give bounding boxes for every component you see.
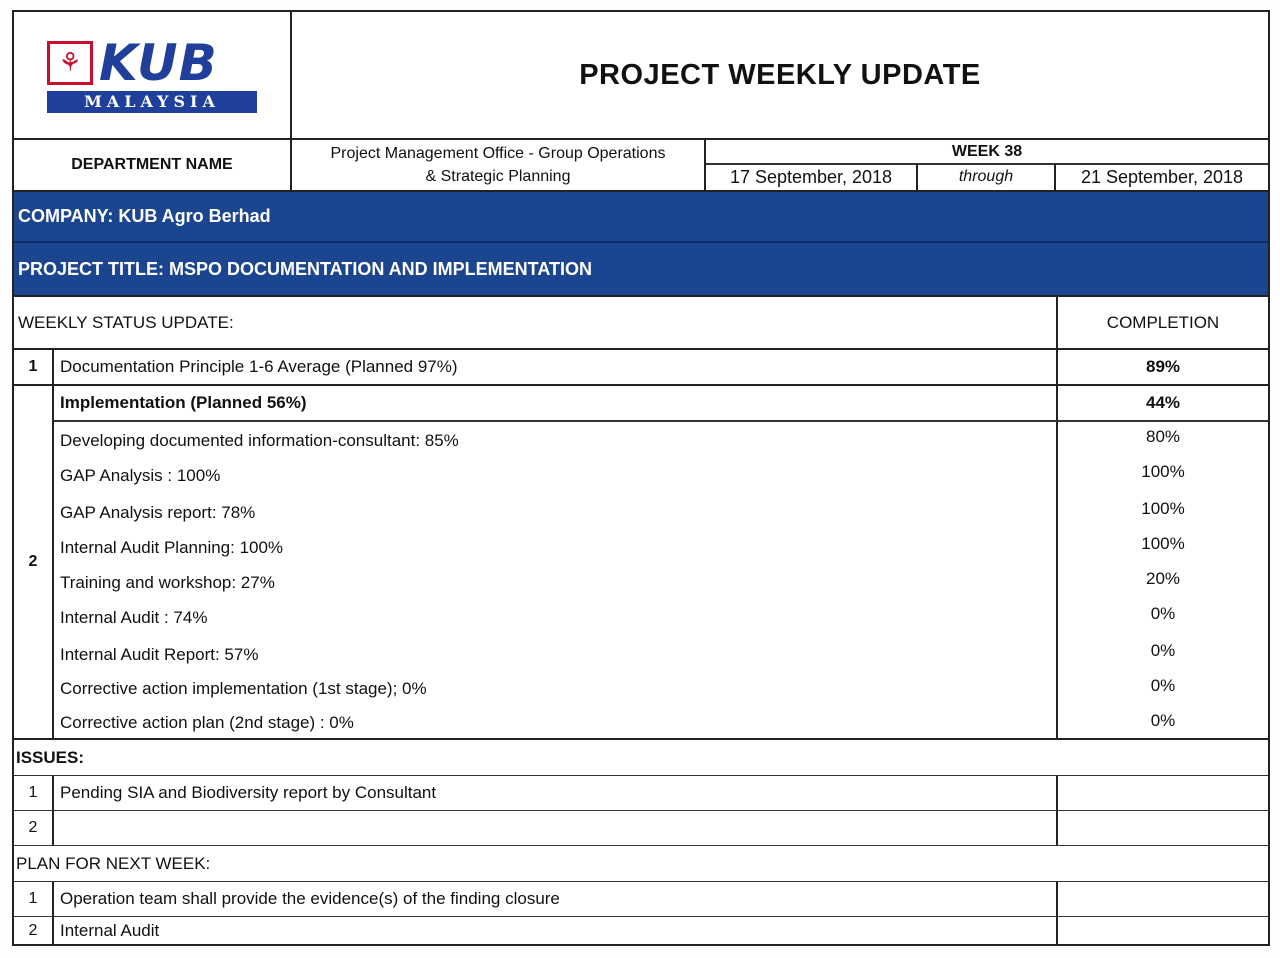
- subitem-completion: 100%: [1141, 462, 1185, 481]
- status-label: WEEKLY STATUS UPDATE:: [18, 312, 234, 332]
- week-through: through: [918, 164, 1056, 190]
- emblem-icon: ⚘: [47, 41, 93, 85]
- issue-2-no: 2: [14, 811, 54, 845]
- subitem-text: GAP Analysis : 100%: [60, 466, 221, 485]
- subitem-text: Corrective action plan (2nd stage) : 0%: [60, 713, 354, 732]
- week-label: WEEK 38: [951, 142, 1023, 160]
- status-header-row: WEEKLY STATUS UPDATE: COMPLETION: [14, 297, 1268, 350]
- subitem-text: Corrective action implementation (1st st…: [60, 679, 427, 698]
- logo-country: MALAYSIA: [47, 91, 257, 113]
- subitem-text: Internal Audit Report: 57%: [60, 645, 259, 664]
- weekly-update-sheet: ⚘ KUB MALAYSIA PROJECT WEEKLY UPDATE DEP…: [12, 10, 1270, 946]
- company-band: COMPANY: KUB Agro Berhad: [14, 192, 1268, 243]
- subitem-completion: 0%: [1150, 711, 1176, 730]
- project-title: PROJECT TITLE: MSPO DOCUMENTATION AND IM…: [18, 258, 592, 279]
- issue-row-1: 1 Pending SIA and Biodiversity report by…: [14, 776, 1268, 811]
- subitem-text: Training and workshop: 27%: [60, 573, 275, 592]
- plan-label: PLAN FOR NEXT WEEK:: [16, 853, 211, 873]
- plan-2-no: 2: [14, 917, 54, 944]
- logo-cell: ⚘ KUB MALAYSIA: [14, 12, 292, 138]
- subitem-text: Internal Audit : 74%: [60, 608, 208, 627]
- status-item-1-text: Documentation Principle 1-6 Average (Pla…: [60, 357, 458, 376]
- plan-row-2: 2 Internal Audit: [14, 917, 1268, 944]
- subitem-completion: 100%: [1141, 534, 1185, 553]
- issues-header-row: ISSUES:: [14, 740, 1268, 776]
- status-item-2-no: 2: [14, 386, 54, 738]
- department-value-line2: & Strategic Planning: [425, 168, 571, 185]
- status-item-2-completion: 44%: [1145, 393, 1181, 412]
- status-item-2: 2 Implementation (Planned 56%) 44% Devel…: [14, 386, 1268, 740]
- project-title-band: PROJECT TITLE: MSPO DOCUMENTATION AND IM…: [14, 243, 1268, 297]
- issue-row-2: 2: [14, 811, 1268, 846]
- subitem-completion: 100%: [1141, 499, 1185, 518]
- plan-2-text: Internal Audit: [60, 920, 160, 940]
- subitem-completion: 0%: [1150, 676, 1176, 695]
- status-item-1-completion: 89%: [1056, 350, 1268, 384]
- subitem-text: GAP Analysis report: 78%: [60, 503, 256, 522]
- subitem-completion: 0%: [1150, 604, 1176, 623]
- plan-row-1: 1 Operation team shall provide the evide…: [14, 882, 1268, 917]
- subitem-completion: 20%: [1145, 569, 1181, 588]
- plan-1-no: 1: [14, 882, 54, 916]
- plan-header-row: PLAN FOR NEXT WEEK:: [14, 846, 1268, 882]
- department-value: Project Management Office - Group Operat…: [292, 140, 706, 190]
- department-value-line1: Project Management Office - Group Operat…: [330, 145, 666, 162]
- header-row: ⚘ KUB MALAYSIA PROJECT WEEKLY UPDATE: [14, 12, 1268, 140]
- completion-header: COMPLETION: [1056, 297, 1268, 348]
- kub-logo: ⚘ KUB MALAYSIA: [47, 33, 257, 117]
- page-title: PROJECT WEEKLY UPDATE: [579, 58, 981, 91]
- plan-1-text: Operation team shall provide the evidenc…: [60, 889, 560, 908]
- logo-brand: KUB: [99, 34, 218, 92]
- issue-1-text: Pending SIA and Biodiversity report by C…: [60, 783, 437, 802]
- subitem-text: Developing documented information-consul…: [60, 431, 459, 450]
- subitem-text: Internal Audit Planning: 100%: [60, 538, 284, 557]
- status-item-1-no: 1: [14, 350, 54, 384]
- department-label: DEPARTMENT NAME: [14, 140, 292, 190]
- subitem-completion: 80%: [1145, 427, 1181, 446]
- company-name: COMPANY: KUB Agro Berhad: [18, 206, 271, 226]
- subitem-completion: 0%: [1150, 641, 1176, 660]
- issues-label: ISSUES:: [16, 747, 85, 767]
- week-start-date: 17 September, 2018: [706, 164, 918, 190]
- status-item-1: 1 Documentation Principle 1-6 Average (P…: [14, 350, 1268, 386]
- week-end-date: 21 September, 2018: [1080, 166, 1244, 187]
- issue-1-no: 1: [14, 776, 54, 810]
- status-item-2-text: Implementation (Planned 56%): [60, 393, 307, 412]
- department-row: DEPARTMENT NAME Project Management Offic…: [14, 140, 1268, 192]
